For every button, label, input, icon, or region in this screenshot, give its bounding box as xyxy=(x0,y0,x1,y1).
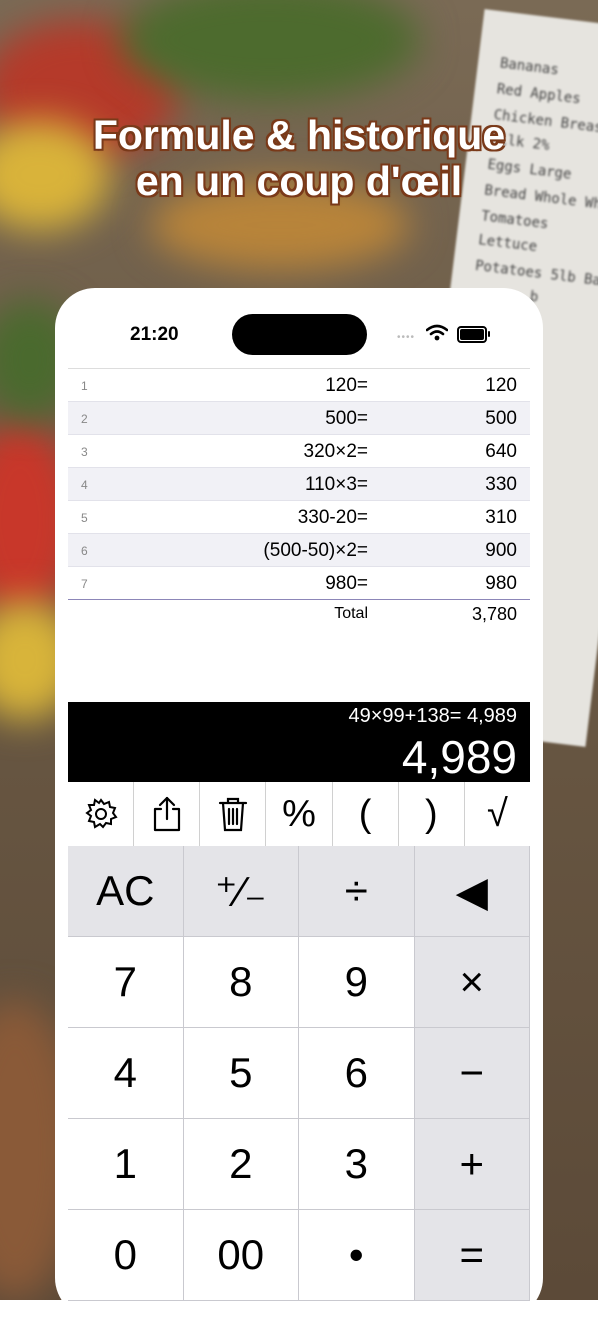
row-number: 5 xyxy=(81,511,88,525)
dynamic-island xyxy=(232,314,367,355)
gear-icon xyxy=(84,798,118,829)
calculator-display: 49×99+138= 4,989 4,989 xyxy=(68,702,530,783)
history-row[interactable]: 2 500= 500 xyxy=(68,402,530,435)
key-4[interactable]: 4 xyxy=(68,1028,184,1119)
row-expression: 980= xyxy=(325,573,368,594)
plus-button[interactable]: + xyxy=(414,1119,530,1210)
keypad: AC ⁺∕₋ ÷ ◀ 7 8 9 × 4 5 6 − 1 2 3 + 0 00 … xyxy=(68,846,530,1306)
key-9[interactable]: 9 xyxy=(299,937,415,1028)
decimal-button[interactable]: • xyxy=(299,1210,415,1301)
percent-button[interactable]: % xyxy=(266,782,333,846)
close-paren-button[interactable]: ) xyxy=(399,782,465,846)
total-value: 3,780 xyxy=(471,604,517,624)
row-result: 120 xyxy=(485,375,517,396)
row-result: 310 xyxy=(485,507,517,528)
sqrt-button[interactable]: √ xyxy=(465,782,530,846)
minus-button[interactable]: − xyxy=(414,1028,530,1119)
key-8[interactable]: 8 xyxy=(183,937,299,1028)
row-expression: 500= xyxy=(325,408,368,429)
row-expression: 110×3= xyxy=(304,474,368,495)
row-number: 6 xyxy=(81,544,88,558)
history-row[interactable]: 1 120= 120 xyxy=(68,369,530,402)
key-0[interactable]: 0 xyxy=(68,1210,184,1301)
row-expression: (500-50)×2= xyxy=(263,540,368,561)
headline: Formule & historique en un coup d'œil xyxy=(0,112,598,204)
row-number: 3 xyxy=(81,445,88,459)
row-number: 7 xyxy=(81,577,88,591)
battery-icon xyxy=(457,326,490,343)
row-expression: 120= xyxy=(325,375,368,396)
row-expression: 320×2= xyxy=(303,441,368,462)
history-row[interactable]: 3 320×2= 640 xyxy=(68,435,530,468)
headline-line-1: Formule & historique xyxy=(92,112,506,158)
backspace-button[interactable]: ◀ xyxy=(414,846,530,937)
share-button[interactable] xyxy=(134,782,201,846)
key-7[interactable]: 7 xyxy=(68,937,184,1028)
headline-line-2: en un coup d'œil xyxy=(135,158,463,204)
row-result: 980 xyxy=(485,573,517,594)
plus-minus-button[interactable]: ⁺∕₋ xyxy=(183,846,299,937)
share-icon xyxy=(153,796,180,832)
row-result: 500 xyxy=(485,408,517,429)
multiply-button[interactable]: × xyxy=(414,937,530,1028)
row-result: 640 xyxy=(485,441,517,462)
row-number: 2 xyxy=(81,412,88,426)
status-time: 21:20 xyxy=(130,324,179,345)
function-toolbar: % ( ) √ xyxy=(68,782,530,847)
trash-icon xyxy=(218,797,247,832)
row-number: 1 xyxy=(81,379,88,393)
divide-button[interactable]: ÷ xyxy=(299,846,415,937)
row-result: 900 xyxy=(485,540,517,561)
signal-dots-icon: •••• xyxy=(397,332,416,343)
total-row: Total 3,780 xyxy=(68,600,530,630)
row-expression: 330-20= xyxy=(297,507,368,528)
receipt-line: Potatoes 5lb Bag xyxy=(474,257,598,291)
display-value: 4,989 xyxy=(401,731,517,783)
key-3[interactable]: 3 xyxy=(299,1119,415,1210)
history-list[interactable]: 1 120= 120 2 500= 500 3 320×2= 640 4 110… xyxy=(68,368,530,630)
wifi-icon xyxy=(426,324,448,341)
key-6[interactable]: 6 xyxy=(299,1028,415,1119)
receipt-line: Bananas xyxy=(499,55,560,79)
settings-button[interactable] xyxy=(68,782,135,846)
clear-button[interactable]: AC xyxy=(68,846,184,937)
status-bar: 21:20 •••• xyxy=(55,288,543,368)
open-paren-button[interactable]: ( xyxy=(333,782,399,846)
receipt-line: Lettuce xyxy=(477,232,538,256)
key-2[interactable]: 2 xyxy=(183,1119,299,1210)
history-row[interactable]: 6 (500-50)×2= 900 xyxy=(68,534,530,567)
history-row[interactable]: 7 980= 980 xyxy=(68,567,530,600)
key-1[interactable]: 1 xyxy=(68,1119,184,1210)
key-5[interactable]: 5 xyxy=(183,1028,299,1119)
history-row[interactable]: 5 330-20= 310 xyxy=(68,501,530,534)
receipt-line: Red Apples xyxy=(495,81,582,108)
delete-history-button[interactable] xyxy=(200,782,267,846)
formula-text: 49×99+138= 4,989 xyxy=(348,705,517,727)
history-row[interactable]: 4 110×3= 330 xyxy=(68,468,530,501)
receipt-line: Tomatoes xyxy=(480,208,550,233)
key-00[interactable]: 00 xyxy=(183,1210,299,1301)
phone-screen: 21:20 •••• 1 120= 120 2 500= 500 3 320×2… xyxy=(55,288,543,1318)
row-result: 330 xyxy=(485,474,517,495)
row-number: 4 xyxy=(81,478,88,492)
equals-button[interactable]: = xyxy=(414,1210,530,1301)
total-label: Total xyxy=(334,605,368,622)
